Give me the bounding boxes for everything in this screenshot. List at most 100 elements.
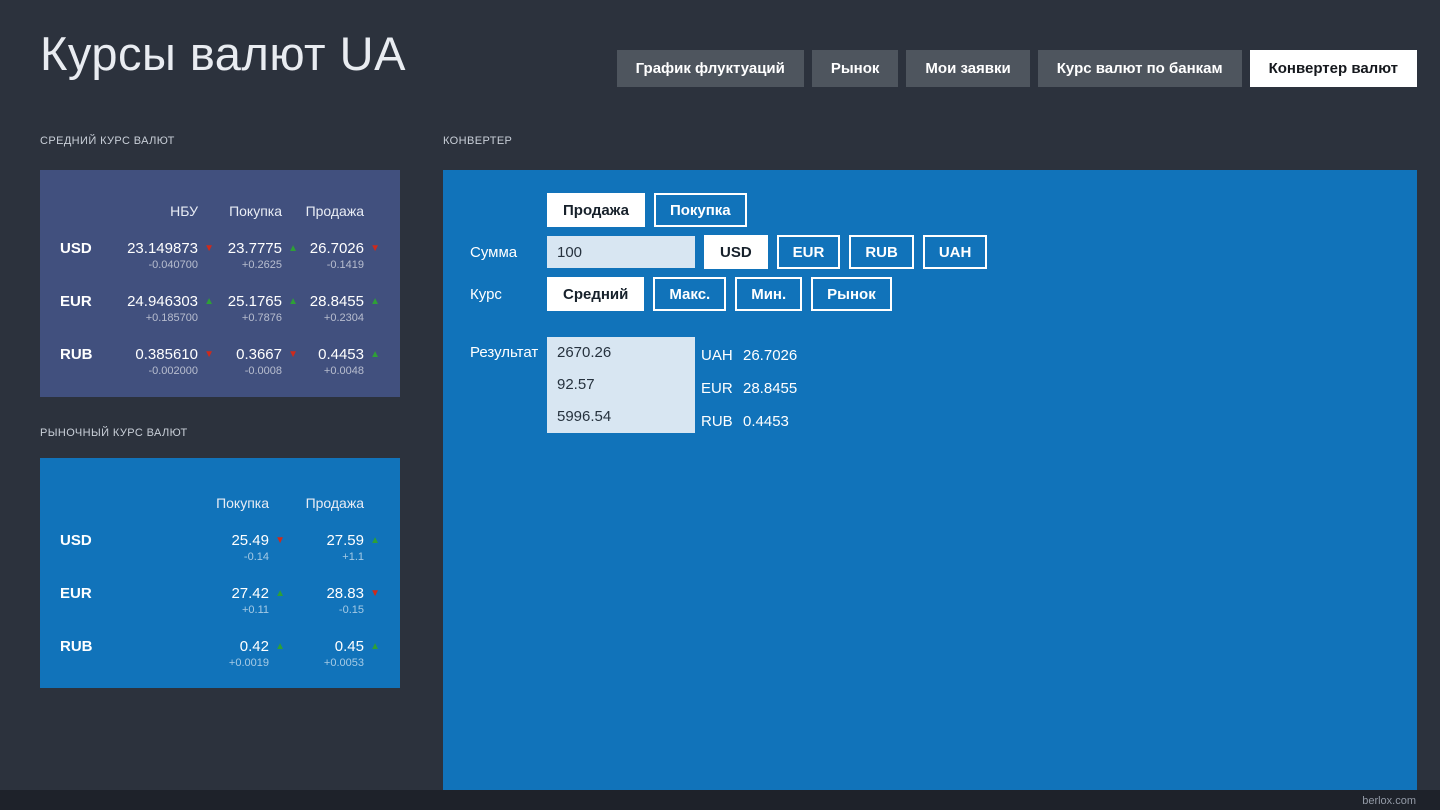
result-amount: 92.57	[557, 376, 595, 393]
rate-cell: 0.385610 -0.002000	[104, 346, 214, 379]
result-currency: UAH	[701, 347, 733, 364]
rate-change: -0.040700	[148, 259, 198, 271]
currency-rub-button[interactable]: RUB	[849, 235, 914, 269]
footer-bar	[0, 790, 1440, 810]
rate-value: 23.7775	[227, 240, 282, 257]
rate-cell: 28.83 -0.15	[285, 585, 380, 618]
rate-change: +0.11	[241, 604, 269, 616]
avg-rates-section-title: СРЕДНИЙ КУРС ВАЛЮТ	[40, 135, 175, 147]
rates-column: СРЕДНИЙ КУРС ВАЛЮТ НБУ Покупка Продажа U…	[40, 130, 400, 688]
trend-icon	[364, 293, 380, 311]
rate-change: -0.14	[243, 551, 269, 563]
rate-change: +0.185700	[145, 312, 198, 324]
result-rate: 28.8455	[743, 380, 798, 397]
trend-icon	[364, 532, 380, 550]
amount-label: Сумма	[470, 243, 518, 261]
trend-icon	[269, 585, 285, 603]
market-rates-section-title: РЫНОЧНЫЙ КУРС ВАЛЮТ	[40, 427, 188, 439]
rate-change: -0.1419	[326, 259, 364, 271]
page-title: Курсы валют UA	[40, 27, 406, 80]
currency-uah-button[interactable]: UAH	[922, 235, 988, 269]
result-amount: 5996.54	[557, 408, 612, 425]
currency-code: RUB	[60, 638, 93, 655]
rate-market-button[interactable]: Рынок	[811, 277, 892, 311]
rate-cell: 28.8455 +0.2304	[298, 293, 380, 326]
rate-cell: 0.4453 +0.0048	[298, 346, 380, 379]
result-box: 2670.26 92.57 5996.54	[547, 337, 695, 433]
rate-cell: 0.3667 -0.0008	[214, 346, 298, 379]
rate-value: 0.42	[239, 638, 269, 655]
result-label: Результат	[470, 344, 539, 361]
mode-toggle-group: Продажа Покупка	[547, 193, 1397, 227]
header-spacer	[60, 494, 104, 512]
rate-value: 0.45	[334, 638, 364, 655]
currency-usd-button[interactable]: USD	[704, 235, 768, 269]
avg-table-header: НБУ Покупка Продажа	[60, 202, 380, 220]
rate-row: Курс Средний Макс. Мин. Рынок	[470, 277, 1397, 311]
trend-icon	[198, 346, 214, 364]
nav-my-orders[interactable]: Мои заявки	[906, 50, 1030, 87]
market-rate-row-rub: RUB 0.42 +0.0019 0.45 +0.0053	[60, 638, 380, 671]
trend-icon	[282, 293, 298, 311]
rate-change: +0.2625	[241, 259, 282, 271]
market-rates-panel: Покупка Продажа USD 25.49 -0.14 27.59 +1…	[40, 458, 400, 688]
result-amount: 2670.26	[557, 344, 612, 361]
nav-market[interactable]: Рынок	[811, 50, 899, 87]
rate-max-button[interactable]: Макс.	[653, 277, 727, 311]
result-currency: RUB	[701, 413, 733, 430]
currency-eur-button[interactable]: EUR	[776, 235, 841, 269]
column-header-sell: Продажа	[305, 495, 364, 511]
trend-icon	[364, 240, 380, 258]
result-currency: EUR	[701, 380, 733, 397]
trend-icon	[198, 293, 214, 311]
result-rate: 0.4453	[743, 413, 789, 430]
column-header-nbu: НБУ	[170, 203, 198, 219]
market-rate-row-eur: EUR 27.42 +0.11 28.83 -0.15	[60, 585, 380, 618]
rate-value: 25.49	[231, 532, 269, 549]
rate-change: -0.0008	[244, 365, 282, 377]
avg-rate-row-eur: EUR 24.946303 +0.185700 25.1765 +0.7876	[60, 293, 380, 326]
avg-rate-row-usd: USD 23.149873 -0.040700 23.7775 +0.2625	[60, 240, 380, 273]
rate-value: 24.946303	[127, 293, 198, 310]
rate-cell: 25.49 -0.14	[104, 532, 285, 565]
rate-cell: 25.1765 +0.7876	[214, 293, 298, 326]
rate-min-button[interactable]: Мин.	[735, 277, 803, 311]
rate-change: +0.0019	[228, 657, 269, 669]
column-header-sell: Продажа	[305, 203, 364, 219]
nav-currency-converter[interactable]: Конвертер валют	[1249, 50, 1417, 87]
rate-average-button[interactable]: Средний	[547, 277, 645, 311]
column-header-buy: Покупка	[229, 203, 282, 219]
rate-cell: 23.7775 +0.2625	[214, 240, 298, 273]
trend-icon	[198, 240, 214, 258]
result-row: Результат 2670.26 92.57 5996.54 UAH 26.7…	[470, 337, 1397, 438]
rate-change: -0.15	[338, 604, 364, 616]
rate-change: +0.2304	[323, 312, 364, 324]
mode-sell-button[interactable]: Продажа	[547, 193, 645, 227]
trend-icon	[269, 638, 285, 656]
nav-bank-rates[interactable]: Курс валют по банкам	[1037, 50, 1242, 87]
currency-code: USD	[60, 532, 92, 549]
mode-buy-button[interactable]: Покупка	[653, 193, 747, 227]
amount-input[interactable]	[547, 236, 695, 268]
converter-panel: Продажа Покупка Сумма USD EUR RUB UAH Ку…	[443, 170, 1417, 790]
trend-icon	[364, 585, 380, 603]
nav-fluctuation-chart[interactable]: График флуктуаций	[616, 50, 804, 87]
rate-value: 0.4453	[318, 346, 364, 363]
trend-icon	[282, 240, 298, 258]
trend-icon	[282, 346, 298, 364]
result-rate: 26.7026	[743, 347, 798, 364]
rate-cell: 26.7026 -0.1419	[298, 240, 380, 273]
rate-value: 23.149873	[127, 240, 198, 257]
amount-row: Сумма USD EUR RUB UAH	[470, 235, 1397, 269]
rate-value: 25.1765	[227, 293, 282, 310]
currency-code: EUR	[60, 293, 92, 310]
rate-change: +0.7876	[241, 312, 282, 324]
rate-change: +1.1	[342, 551, 364, 563]
currency-code: EUR	[60, 585, 92, 602]
header-spacer	[60, 202, 104, 220]
trend-icon	[364, 638, 380, 656]
trend-icon	[364, 346, 380, 364]
rate-cell: 27.59 +1.1	[285, 532, 380, 565]
rate-value: 26.7026	[309, 240, 364, 257]
trend-icon	[269, 532, 285, 550]
